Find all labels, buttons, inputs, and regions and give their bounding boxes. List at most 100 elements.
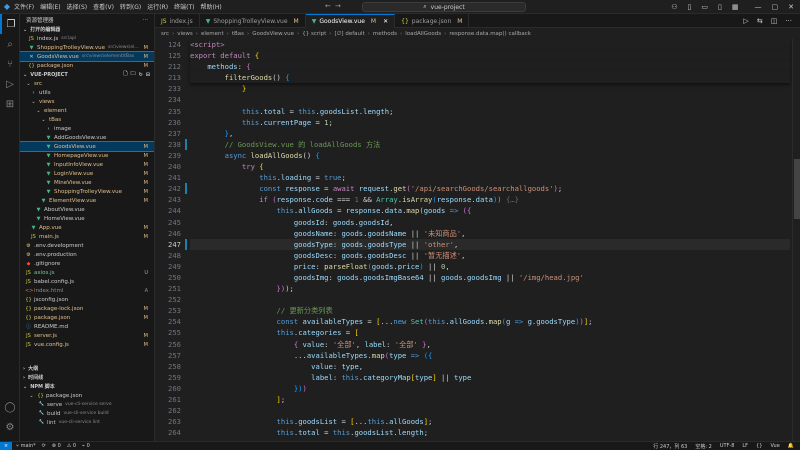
code-line[interactable]: this.allGoods = response.data.map(goods …: [190, 205, 790, 216]
end-of-line[interactable]: LF: [742, 443, 748, 450]
language-mode[interactable]: Vue: [770, 443, 779, 450]
layout-sidebar-icon[interactable]: ▯: [688, 3, 692, 11]
breadcrumb-item[interactable]: {} script: [302, 31, 326, 37]
tree-item[interactable]: ▼ HomeView.vue: [20, 214, 154, 223]
tree-item[interactable]: ◆ .gitignore: [20, 259, 154, 268]
code-editor[interactable]: 124 125 212 213 233 234 235 236 237 238 239 240 241 2…: [155, 39, 800, 441]
code-line[interactable]: label: this.categoryMap[type] || type: [190, 372, 790, 383]
code-line[interactable]: }));: [190, 283, 790, 294]
code-line[interactable]: goodsId: goods.goodsId,: [190, 217, 790, 228]
sync-icon[interactable]: ⟳: [42, 443, 46, 449]
code-line[interactable]: ];: [190, 394, 790, 405]
code-line[interactable]: methods: {: [190, 61, 790, 73]
new-folder-icon[interactable]: 🗀: [131, 71, 136, 79]
code-line[interactable]: async loadAllGoods() {: [190, 150, 790, 161]
problems-warnings[interactable]: ⚠ 0: [67, 443, 76, 449]
close-tab-icon[interactable]: ✕: [383, 18, 388, 25]
scrollbar-thumb[interactable]: [794, 159, 800, 219]
npm-script-item[interactable]: 🔧 serve vue-cli-service serve: [20, 400, 154, 409]
project-section[interactable]: ⌄ VUE-PROJECT 🗋 🗀 ↻ ⊟: [20, 70, 154, 79]
indentation[interactable]: 空格: 2: [695, 443, 711, 450]
notifications-bell-icon[interactable]: 🔔: [788, 443, 794, 450]
tree-item[interactable]: ▼ ShoppingTrolleyView.vue M: [20, 187, 154, 196]
editor-scrollbar[interactable]: [792, 39, 800, 441]
tree-item[interactable]: ▼ App.vue M: [20, 223, 154, 232]
tree-item[interactable]: ▼ GoodsView.vue M: [20, 141, 154, 152]
code-line[interactable]: export default {: [190, 50, 790, 62]
run-icon[interactable]: ▷: [743, 17, 748, 25]
tree-item[interactable]: › utils: [20, 88, 154, 97]
menu-item[interactable]: 查看(V): [93, 2, 114, 11]
editor-tab[interactable]: ▼ ShoppingTrolleyView.vue M: [200, 14, 306, 28]
tree-item[interactable]: JS axios.js U: [20, 268, 154, 277]
open-editor-item[interactable]: ▼ ShoppingTrolleyView.vue src\views\el... M: [20, 43, 154, 52]
encoding[interactable]: UTF-8: [720, 443, 735, 450]
explorer-icon[interactable]: ❐: [0, 14, 20, 34]
menu-item[interactable]: 文件(F): [14, 2, 34, 11]
code-line[interactable]: this.loading = true;: [190, 172, 790, 183]
code-line[interactable]: <script>: [190, 39, 790, 51]
npm-scripts-section[interactable]: ⌄ NPM 脚本: [20, 382, 154, 391]
account-icon[interactable]: ◯: [0, 397, 20, 417]
open-editor-item[interactable]: JS index.js src\api: [20, 34, 154, 43]
cursor-position[interactable]: 行 247，列 63: [653, 443, 687, 450]
breadcrumb-item[interactable]: GoodsView.vue: [252, 31, 294, 37]
layout-secondary-icon[interactable]: ▯: [718, 3, 722, 11]
code-line[interactable]: },: [190, 128, 790, 139]
menu-item[interactable]: 运行(R): [147, 2, 168, 11]
code-line[interactable]: ...availableTypes.map(type => ({: [190, 350, 790, 361]
editor-tab[interactable]: {} package.json M: [395, 14, 470, 28]
tree-item[interactable]: ▼ MineView.vue M: [20, 178, 154, 187]
open-editor-item[interactable]: ✕ GoodsView.vue src\views\element\tBas M: [20, 51, 154, 62]
back-arrow-icon[interactable]: ←: [325, 2, 331, 10]
command-center-search[interactable]: ⌕ vue-project: [362, 2, 526, 12]
tree-item[interactable]: {} jsconfig.json: [20, 295, 154, 304]
menu-item[interactable]: 编辑(E): [40, 2, 60, 11]
tree-item[interactable]: ▼ AboutView.vue: [20, 205, 154, 214]
tree-item[interactable]: ▼ LoginView.vue M: [20, 169, 154, 178]
tree-item[interactable]: ▼ AddGoodsView.vue: [20, 133, 154, 142]
code-line[interactable]: this.total = this.goodsList.length;: [190, 427, 790, 438]
code-line[interactable]: goodsImg: goods.goodsImgBase64 || goods.…: [190, 272, 790, 283]
layout-panel-icon[interactable]: ▭: [701, 3, 708, 11]
tree-item[interactable]: ⌄ views: [20, 97, 154, 106]
code-line[interactable]: this.currentPage = 1;: [190, 117, 790, 128]
tree-item[interactable]: ⓘ README.md: [20, 322, 154, 331]
breadcrumb-item[interactable]: views: [177, 31, 193, 37]
search-view-icon[interactable]: ⌕: [0, 34, 20, 54]
tree-item[interactable]: ⌄ tBas: [20, 115, 154, 124]
code-line[interactable]: price: parseFloat(goods.price) || 0,: [190, 261, 790, 272]
breadcrumb-item[interactable]: methods: [373, 31, 397, 37]
code-line[interactable]: const response = await request.get('/api…: [190, 183, 790, 194]
run-debug-icon[interactable]: ▷: [0, 74, 20, 94]
tree-item[interactable]: ⌄ element: [20, 106, 154, 115]
code-line[interactable]: goodsType: goods.goodsType || 'other',: [190, 238, 790, 250]
minimize-icon[interactable]: —: [755, 3, 762, 11]
breadcrumb-item[interactable]: loadAllGoods: [405, 31, 441, 37]
code-line[interactable]: // 更新分类列表: [190, 305, 790, 316]
tree-item[interactable]: {} package.json M: [20, 313, 154, 322]
problems-errors[interactable]: ⊗ 0: [52, 443, 61, 449]
copilot-icon[interactable]: ⚇: [671, 3, 677, 11]
code-line[interactable]: filterGoods() {: [190, 72, 790, 84]
menu-item[interactable]: 转到(G): [120, 2, 141, 11]
code-line[interactable]: })): [190, 383, 790, 394]
more-actions-icon[interactable]: ···: [785, 17, 792, 25]
code-line[interactable]: [190, 405, 790, 416]
code-line[interactable]: [190, 294, 790, 305]
tree-item[interactable]: › image: [20, 124, 154, 133]
extensions-icon[interactable]: ⊞: [0, 94, 20, 114]
code-line[interactable]: goodsDesc: goods.goodsDesc || '暂无描述',: [190, 250, 790, 261]
open-editors-section[interactable]: ⌄ 打开的编辑器: [20, 25, 154, 34]
tree-item[interactable]: ⌄ src: [20, 79, 154, 88]
breadcrumb-item[interactable]: response.data.map() callback: [449, 31, 531, 37]
close-window-icon[interactable]: ✕: [788, 3, 794, 11]
breadcrumb-item[interactable]: element: [201, 31, 224, 37]
npm-script-item[interactable]: 🔧 lint vue-cli-service lint: [20, 418, 154, 427]
code-line[interactable]: this.total = this.goodsList.length;: [190, 106, 790, 117]
tree-item[interactable]: JS vue.config.js M: [20, 340, 154, 349]
timeline-section[interactable]: › 时间线: [20, 373, 154, 382]
menu-item[interactable]: 帮助(H): [200, 2, 221, 11]
code-line[interactable]: // GoodsView.vue 的 loadAllGoods 方法: [190, 139, 790, 150]
tree-item[interactable]: ▼ ElementView.vue M: [20, 196, 154, 205]
